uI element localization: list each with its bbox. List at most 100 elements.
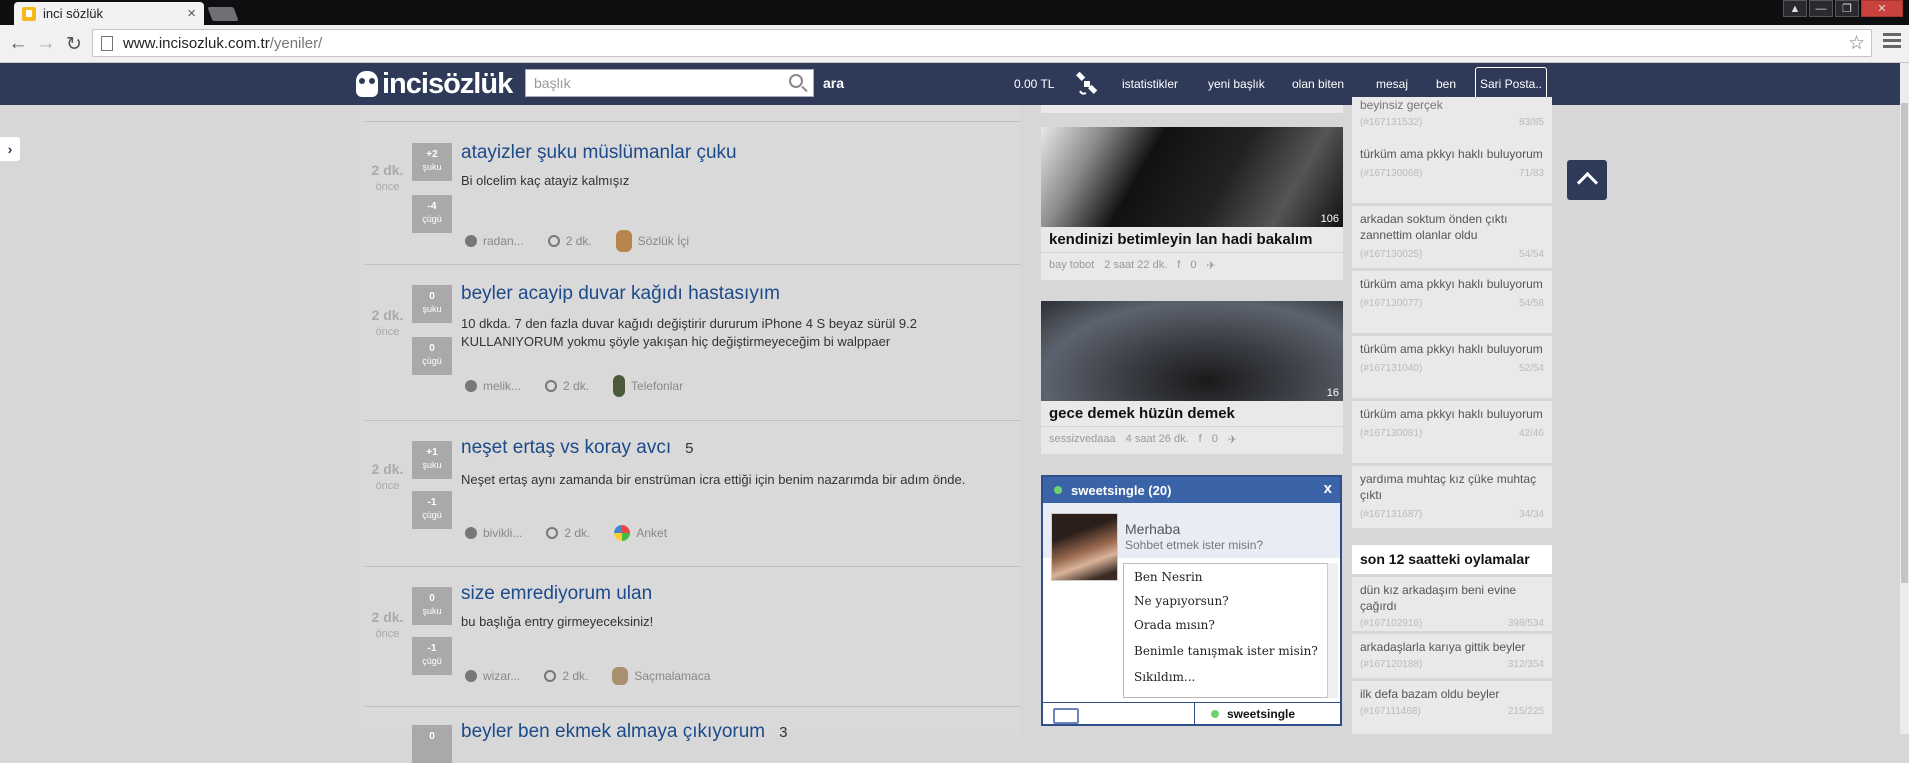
- entry-title[interactable]: beyler acayip duvar kağıdı hastasıyım: [461, 283, 780, 305]
- bookmark-star-icon[interactable]: ☆: [1848, 32, 1865, 55]
- card-likes: 0: [1211, 433, 1218, 445]
- chat-message: Ne yapıyorsun?: [1134, 594, 1229, 608]
- scrollbar-thumb[interactable]: [1901, 103, 1908, 583]
- list-item[interactable]: yardıma muhtaç kız çüke muhtaç çıktı (#1…: [1352, 466, 1552, 528]
- tab-close-icon[interactable]: ×: [187, 5, 196, 22]
- minimize-icon[interactable]: —: [1809, 0, 1833, 17]
- balance-link[interactable]: 0.00 TL: [1014, 63, 1054, 105]
- entry-count: 5: [685, 440, 694, 457]
- logo-text: incisözlük: [382, 67, 513, 100]
- entry-title[interactable]: atayizler şuku müslümanlar çuku: [461, 142, 737, 164]
- entry-item: 2 dk. önce 0 şuku 0 çügü beyler acayip duva…: [365, 264, 1020, 420]
- list-item[interactable]: türküm ama pkkyı haklı buluyorum (#16713…: [1352, 141, 1552, 203]
- list-item[interactable]: ilk defa bazam oldu beyler (#167111468) 2…: [1352, 681, 1552, 734]
- featured-card[interactable]: 16 gece demek hüzün demek sessizvedaaa 4…: [1041, 301, 1343, 454]
- downvote-button[interactable]: 0 çügü: [412, 337, 452, 375]
- entry-author[interactable]: bivikli...: [483, 526, 522, 540]
- chat-message: Sıkıldım...: [1134, 670, 1196, 684]
- entry-author[interactable]: melik...: [483, 379, 521, 393]
- card-count: 16: [1326, 387, 1339, 399]
- owl-logo-icon: [356, 71, 378, 97]
- upvote-button[interactable]: 0 şuku: [412, 285, 452, 323]
- twitter-icon[interactable]: ✈: [1206, 259, 1215, 272]
- satellite-icon[interactable]: [1074, 71, 1100, 97]
- card-author[interactable]: bay tobot: [1049, 259, 1094, 272]
- entry-item: 2 dk. önce 0 şuku -1 çügü size emrediyorum …: [365, 566, 1020, 706]
- site-logo[interactable]: incisözlük: [356, 67, 513, 100]
- chat-footer-user[interactable]: sweetsingle: [1195, 703, 1340, 724]
- search-input[interactable]: başlık: [525, 69, 814, 97]
- chat-bubble-icon[interactable]: [1043, 703, 1195, 724]
- search-icon[interactable]: [789, 74, 803, 88]
- list-item[interactable]: türküm ama pkkyı haklı buluyorum (#16713…: [1352, 271, 1552, 333]
- entry-author[interactable]: wizar...: [483, 669, 520, 683]
- nav-istatistikler[interactable]: istatistikler: [1122, 63, 1178, 105]
- list-item[interactable]: beyinsiz gerçek (#167131532) 83/85: [1352, 97, 1552, 141]
- upvote-button[interactable]: 0 şuku: [412, 587, 452, 625]
- entry-title[interactable]: size emrediyorum ulan: [461, 583, 652, 605]
- downvote-button[interactable]: -1 çügü: [412, 637, 452, 675]
- chat-greeting: Merhaba: [1125, 521, 1181, 537]
- facebook-icon[interactable]: f: [1199, 433, 1202, 446]
- entry-item: 0 beyler ben ekmek almaya çıkıyorum 3: [365, 706, 1020, 763]
- list-item[interactable]: dün kız arkadaşım beni evine çağırdı (#1…: [1352, 577, 1552, 631]
- new-tab-button[interactable]: [207, 7, 239, 21]
- downvote-button[interactable]: -4 çügü: [412, 195, 452, 233]
- side-panel-toggle[interactable]: ›: [0, 137, 20, 161]
- downvote-button[interactable]: -1 çügü: [412, 491, 452, 529]
- chat-close-button[interactable]: x: [1324, 480, 1332, 497]
- list-item[interactable]: türküm ama pkkyı haklı buluyorum (#16713…: [1352, 401, 1552, 463]
- entry-category[interactable]: Telefonlar: [631, 379, 683, 393]
- nav-yeni-baslik[interactable]: yeni başlık: [1208, 63, 1265, 105]
- entry-author[interactable]: radan...: [483, 234, 524, 248]
- back-icon[interactable]: ←: [4, 30, 32, 58]
- card-author[interactable]: sessizvedaaa: [1049, 433, 1116, 446]
- card-title[interactable]: gece demek hüzün demek: [1041, 401, 1343, 426]
- search-placeholder: başlık: [534, 75, 571, 91]
- upvote-button[interactable]: 0: [412, 725, 452, 763]
- list-item[interactable]: arkadan soktum önden çıktı zannettim ola…: [1352, 206, 1552, 268]
- upvote-button[interactable]: +1 şuku: [412, 441, 452, 479]
- reload-icon[interactable]: ↻: [60, 30, 88, 58]
- list-item[interactable]: türküm ama pkkyı haklı buluyorum (#16713…: [1352, 336, 1552, 398]
- featured-card[interactable]: 106 kendinizi betimleyin lan hadi bakalı…: [1041, 127, 1343, 280]
- card-title[interactable]: kendinizi betimleyin lan hadi bakalım: [1041, 227, 1343, 252]
- chat-scrollbar[interactable]: [1327, 563, 1338, 698]
- list-item[interactable]: arkadaşlarla karıya gittik beyler (#1671…: [1352, 634, 1552, 678]
- clock-icon: [544, 670, 557, 682]
- tab-title: inci sözlük: [43, 6, 103, 21]
- browser-menu-icon[interactable]: [1883, 33, 1901, 51]
- window-close-icon[interactable]: ✕: [1861, 0, 1903, 17]
- page-scrollbar[interactable]: [1900, 63, 1909, 734]
- scroll-to-top-button[interactable]: [1567, 160, 1607, 200]
- section-title: son 12 saatteki oylamalar: [1352, 545, 1552, 574]
- address-bar[interactable]: www.incisozluk.com.tr/yeniler/ ☆: [92, 29, 1872, 57]
- page-icon: [101, 35, 113, 51]
- entry-time: 2 dk. önce: [371, 461, 404, 492]
- entry-title[interactable]: neşet ertaş vs koray avcı 5: [461, 437, 694, 459]
- card-image: 106: [1041, 127, 1343, 227]
- facebook-icon[interactable]: f: [1177, 259, 1180, 272]
- phone-category-icon: [613, 375, 626, 397]
- user-icon[interactable]: ▲: [1783, 0, 1807, 17]
- twitter-icon[interactable]: ✈: [1228, 433, 1237, 446]
- upvote-button[interactable]: +2 şuku: [412, 143, 452, 181]
- sari-posta-button[interactable]: Sari Posta..: [1475, 67, 1547, 101]
- chat-subtitle: Sohbet etmek ister misin?: [1125, 538, 1264, 552]
- entry-ago: 2 dk.: [562, 669, 589, 683]
- browser-toolbar: ← → ↻ www.incisozluk.com.tr/yeniler/ ☆: [0, 25, 1909, 63]
- avatar[interactable]: [1051, 513, 1118, 581]
- nav-olan-biten[interactable]: olan biten: [1292, 63, 1344, 105]
- chat-messages: Ben Nesrin Ne yapıyorsun? Orada mısın? B…: [1123, 563, 1329, 698]
- search-button[interactable]: ara: [823, 75, 844, 91]
- entry-text: Neşet ertaş aynı zamanda bir enstrüman i…: [461, 472, 966, 487]
- entry-title[interactable]: beyler ben ekmek almaya çıkıyorum 3: [461, 721, 787, 743]
- chat-header[interactable]: sweetsingle (20) x: [1043, 477, 1340, 503]
- browser-tab[interactable]: inci sözlük ×: [14, 2, 204, 25]
- card-ago: 4 saat 26 dk.: [1125, 433, 1189, 445]
- entry-category[interactable]: Saçmalamaca: [634, 669, 710, 683]
- entry-category[interactable]: Sözlük İçi: [638, 234, 689, 248]
- entry-category[interactable]: Anket: [636, 526, 667, 540]
- maximize-icon[interactable]: ❐: [1835, 0, 1859, 17]
- forward-icon[interactable]: →: [32, 30, 60, 58]
